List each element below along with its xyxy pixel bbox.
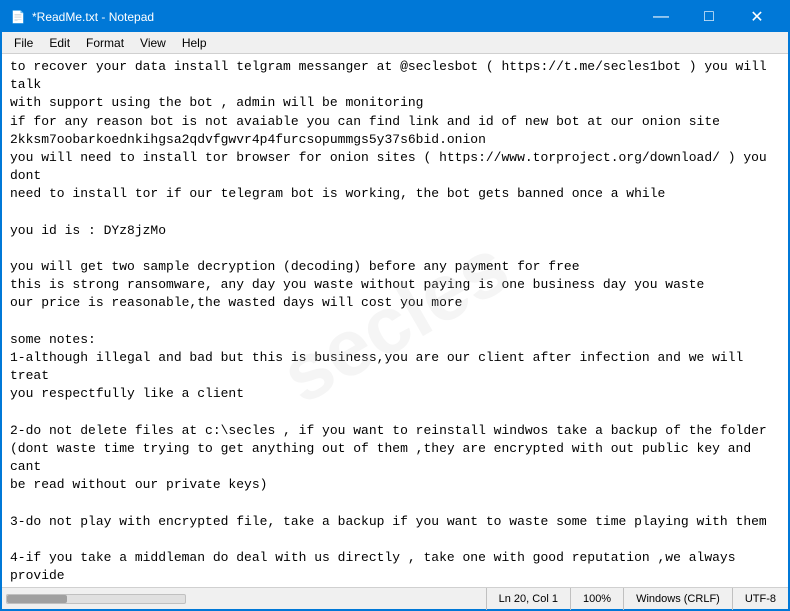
menu-view[interactable]: View bbox=[132, 34, 174, 52]
notepad-window: 📄 *ReadMe.txt - Notepad — □ ✕ File Edit … bbox=[0, 0, 790, 611]
status-sections: Ln 20, Col 1 100% Windows (CRLF) UTF-8 bbox=[486, 588, 788, 610]
app-icon: 📄 bbox=[10, 9, 26, 25]
menu-help[interactable]: Help bbox=[174, 34, 215, 52]
scrollbar-area[interactable] bbox=[2, 594, 486, 604]
zoom-level: 100% bbox=[570, 588, 623, 610]
editor-content[interactable]: to recover your data install telgram mes… bbox=[10, 58, 780, 587]
cursor-position: Ln 20, Col 1 bbox=[486, 588, 570, 610]
window-controls: — □ ✕ bbox=[638, 6, 780, 28]
window-title: *ReadMe.txt - Notepad bbox=[32, 10, 154, 24]
menu-file[interactable]: File bbox=[6, 34, 41, 52]
horizontal-scrollbar[interactable] bbox=[6, 594, 186, 604]
menu-format[interactable]: Format bbox=[78, 34, 132, 52]
title-bar: 📄 *ReadMe.txt - Notepad — □ ✕ bbox=[2, 2, 788, 32]
line-ending: Windows (CRLF) bbox=[623, 588, 732, 610]
close-button[interactable]: ✕ bbox=[734, 6, 780, 28]
title-bar-left: 📄 *ReadMe.txt - Notepad bbox=[10, 9, 154, 25]
editor-area[interactable]: secles to recover your data install telg… bbox=[2, 54, 788, 587]
maximize-button[interactable]: □ bbox=[686, 6, 732, 28]
encoding: UTF-8 bbox=[732, 588, 788, 610]
menu-edit[interactable]: Edit bbox=[41, 34, 78, 52]
scrollbar-thumb[interactable] bbox=[7, 595, 67, 603]
menu-bar: File Edit Format View Help bbox=[2, 32, 788, 54]
status-bar: Ln 20, Col 1 100% Windows (CRLF) UTF-8 bbox=[2, 587, 788, 609]
minimize-button[interactable]: — bbox=[638, 6, 684, 28]
